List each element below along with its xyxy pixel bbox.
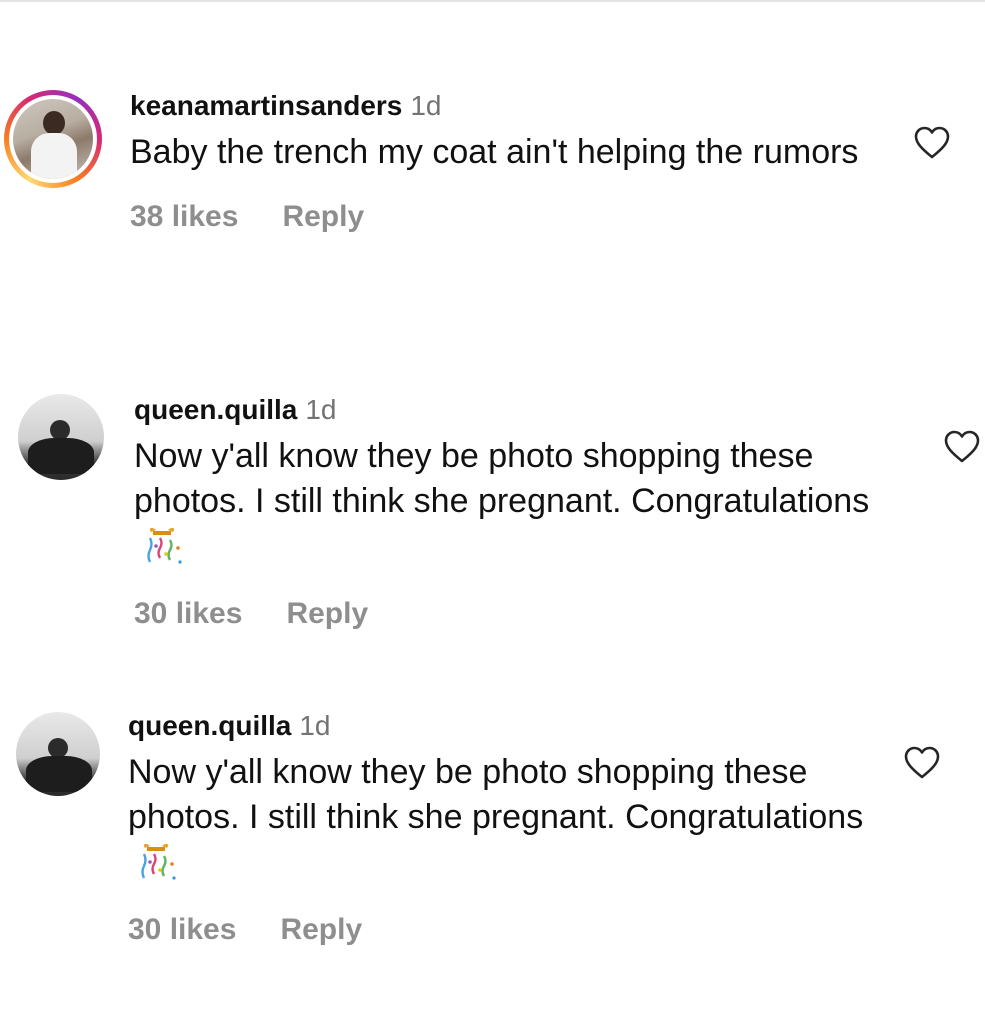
avatar-figure-head bbox=[50, 420, 70, 440]
likes-count[interactable]: 30 likes bbox=[134, 597, 242, 630]
comment-username[interactable]: queen.quilla bbox=[134, 394, 297, 425]
comment-actions: 30 likes Reply bbox=[128, 910, 888, 950]
avatar-figure-body bbox=[28, 438, 94, 474]
comment-content: keanamartinsanders 1d Baby the trench my … bbox=[130, 88, 890, 237]
avatar-ring-gap bbox=[9, 95, 97, 183]
heart-outline-icon[interactable] bbox=[944, 430, 980, 464]
comment-actions: 30 likes Reply bbox=[134, 594, 894, 634]
comment-username[interactable]: keanamartinsanders bbox=[130, 90, 402, 121]
likes-count[interactable]: 30 likes bbox=[128, 913, 236, 946]
comment-username[interactable]: queen.quilla bbox=[128, 710, 291, 741]
heart-outline-icon[interactable] bbox=[904, 746, 940, 780]
comment-meta: queen.quilla 1d bbox=[134, 392, 894, 428]
comment-timestamp: 1d bbox=[299, 710, 331, 741]
comment-timestamp: 1d bbox=[305, 394, 337, 425]
confetti-emoji-icon bbox=[136, 840, 182, 884]
profile-photo-icon bbox=[13, 99, 93, 179]
comment-text-content: Now y'all know they be photo shopping th… bbox=[134, 437, 870, 520]
avatar-figure-head bbox=[43, 111, 65, 135]
avatar-figure-body bbox=[26, 756, 92, 792]
confetti-emoji-icon bbox=[142, 524, 188, 568]
comment-meta: queen.quilla 1d bbox=[128, 708, 888, 744]
comment-text: Baby the trench my coat ain't helping th… bbox=[130, 130, 870, 175]
avatar-figure-head bbox=[48, 738, 68, 758]
comment-actions: 38 likes Reply bbox=[130, 197, 890, 237]
avatar-figure-body bbox=[31, 133, 77, 179]
likes-count[interactable]: 38 likes bbox=[130, 200, 238, 233]
comment-text: Now y'all know they be photo shopping th… bbox=[128, 750, 868, 888]
reply-button[interactable]: Reply bbox=[280, 913, 362, 946]
profile-photo-icon[interactable] bbox=[18, 394, 104, 480]
reply-button[interactable]: Reply bbox=[286, 597, 368, 630]
comment-text-content: Now y'all know they be photo shopping th… bbox=[128, 753, 864, 836]
comment-content: queen.quilla 1d Now y'all know they be ph… bbox=[134, 392, 894, 634]
avatar-story-ring[interactable] bbox=[4, 90, 102, 188]
comment-content: queen.quilla 1d Now y'all know they be ph… bbox=[128, 708, 888, 950]
comment-meta: keanamartinsanders 1d bbox=[130, 88, 890, 124]
comment-text: Now y'all know they be photo shopping th… bbox=[134, 434, 874, 572]
top-divider bbox=[0, 0, 985, 2]
profile-photo-icon[interactable] bbox=[16, 712, 100, 796]
reply-button[interactable]: Reply bbox=[282, 200, 364, 233]
comment-timestamp: 1d bbox=[410, 90, 442, 121]
comment-text-content: Baby the trench my coat ain't helping th… bbox=[130, 133, 859, 171]
heart-outline-icon[interactable] bbox=[914, 126, 950, 160]
